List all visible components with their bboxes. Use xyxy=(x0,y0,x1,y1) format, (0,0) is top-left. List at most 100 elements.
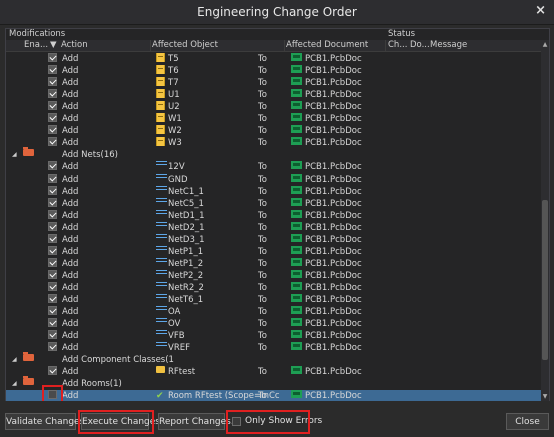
table-row[interactable]: Add NetP1_1 To PCB1.PcbDoc xyxy=(6,245,541,258)
table-row[interactable]: Add T7 To PCB1.PcbDoc xyxy=(6,77,541,89)
scrollbar-thumb[interactable] xyxy=(542,200,548,360)
enable-checkbox[interactable] xyxy=(48,113,57,123)
enable-checkbox[interactable] xyxy=(48,257,57,267)
column-check[interactable]: Ch... xyxy=(388,40,407,50)
table-row[interactable]: Add NetP2_2 To PCB1.PcbDoc xyxy=(6,269,541,282)
table-row[interactable]: Add W1 To PCB1.PcbDoc xyxy=(6,113,541,125)
table-row[interactable]: Add GND To PCB1.PcbDoc xyxy=(6,173,541,186)
enable-checkbox[interactable] xyxy=(48,77,57,87)
component-icon xyxy=(156,53,165,62)
action-cell: Add xyxy=(62,270,79,281)
table-row[interactable]: Add T5 To PCB1.PcbDoc xyxy=(6,53,541,65)
group-row[interactable]: ◢ Add Rooms(1) xyxy=(6,376,541,390)
to-cell: To xyxy=(258,126,267,137)
affected-document-cell: PCB1.PcbDoc xyxy=(305,198,362,209)
action-cell: Add xyxy=(62,222,79,233)
to-cell: To xyxy=(258,78,267,89)
enable-checkbox[interactable] xyxy=(48,330,57,340)
enable-checkbox[interactable] xyxy=(48,342,57,352)
to-cell: To xyxy=(258,234,267,245)
group-row[interactable]: ◢ Add Component Classes(1 xyxy=(6,352,541,366)
close-icon[interactable]: × xyxy=(535,3,546,18)
enable-checkbox[interactable] xyxy=(48,294,57,303)
enable-checkbox[interactable] xyxy=(48,209,57,219)
affected-object-cell: NetC1_1 xyxy=(168,186,204,197)
affected-object-cell: GND xyxy=(168,174,188,185)
column-enable[interactable]: Ena... xyxy=(24,40,48,50)
enable-checkbox[interactable] xyxy=(48,173,57,183)
vertical-scrollbar[interactable]: ▲ ▼ xyxy=(541,40,549,401)
enable-checkbox[interactable] xyxy=(48,197,57,207)
column-affected-object[interactable]: Affected Object xyxy=(152,40,218,50)
table-row[interactable]: Add NetC5_1 To PCB1.PcbDoc xyxy=(6,197,541,210)
table-row[interactable]: Add 12V To PCB1.PcbDoc xyxy=(6,161,541,173)
enable-checkbox[interactable] xyxy=(48,89,57,99)
enable-checkbox[interactable] xyxy=(48,306,57,316)
enable-checkbox[interactable] xyxy=(48,161,57,171)
table-row[interactable]: Add NetT6_1 To PCB1.PcbDoc xyxy=(6,294,541,306)
table-row[interactable]: Add W2 To PCB1.PcbDoc xyxy=(6,125,541,137)
column-done[interactable]: Do... xyxy=(410,40,430,50)
collapse-icon[interactable]: ◢ xyxy=(12,378,17,390)
table-row[interactable]: Add RFtest To PCB1.PcbDoc xyxy=(6,366,541,378)
action-cell: Add xyxy=(62,138,79,149)
affected-document-cell: PCB1.PcbDoc xyxy=(305,78,362,89)
table-row[interactable]: Add NetD1_1 To PCB1.PcbDoc xyxy=(6,209,541,222)
table-row[interactable]: Add OA To PCB1.PcbDoc xyxy=(6,306,541,318)
to-cell: To xyxy=(258,307,267,318)
affected-object-cell: U2 xyxy=(168,102,180,113)
column-message[interactable]: Message xyxy=(430,40,467,50)
enable-checkbox[interactable] xyxy=(48,185,57,195)
affected-document-cell: PCB1.PcbDoc xyxy=(305,282,362,293)
affected-document-cell: PCB1.PcbDoc xyxy=(305,90,362,101)
table-row[interactable]: Add W3 To PCB1.PcbDoc xyxy=(6,137,541,149)
table-row[interactable]: Add NetP1_2 To PCB1.PcbDoc xyxy=(6,257,541,270)
net-icon xyxy=(156,294,167,298)
report-changes-button[interactable]: Report Changes... xyxy=(158,413,239,430)
net-icon xyxy=(156,342,167,347)
enable-checkbox[interactable] xyxy=(48,281,57,291)
column-action[interactable]: Action xyxy=(61,40,88,50)
net-icon xyxy=(156,173,167,178)
pcb-document-icon xyxy=(291,77,302,86)
collapse-icon[interactable]: ◢ xyxy=(12,354,17,366)
affected-document-cell: PCB1.PcbDoc xyxy=(305,54,362,64)
table-row[interactable]: Add NetD3_1 To PCB1.PcbDoc xyxy=(6,233,541,246)
group-row[interactable]: ◢ Add Nets(16) xyxy=(6,147,541,161)
scroll-up-icon[interactable]: ▲ xyxy=(541,41,549,48)
title-bar: Engineering Change Order × xyxy=(0,0,554,25)
enable-checkbox[interactable] xyxy=(48,65,57,75)
enable-checkbox[interactable] xyxy=(48,233,57,243)
collapse-icon[interactable]: ◢ xyxy=(12,149,17,161)
close-button[interactable]: Close xyxy=(506,413,549,430)
pcb-document-icon xyxy=(291,233,302,242)
column-affected-document[interactable]: Affected Document xyxy=(286,40,368,50)
table-row[interactable]: Add T6 To PCB1.PcbDoc xyxy=(6,65,541,77)
enable-checkbox[interactable] xyxy=(48,137,57,147)
scroll-down-icon[interactable]: ▼ xyxy=(541,393,549,400)
affected-object-cell: OA xyxy=(168,307,181,318)
table-row[interactable]: Add VFB To PCB1.PcbDoc xyxy=(6,330,541,342)
to-cell: To xyxy=(258,186,267,197)
table-row[interactable]: Add NetD2_1 To PCB1.PcbDoc xyxy=(6,221,541,234)
affected-object-cell: W3 xyxy=(168,138,182,149)
enable-checkbox[interactable] xyxy=(48,366,57,376)
table-row[interactable]: Add U2 To PCB1.PcbDoc xyxy=(6,101,541,113)
table-row[interactable]: Add VREF To PCB1.PcbDoc xyxy=(6,342,541,354)
table-row[interactable]: Add U1 To PCB1.PcbDoc xyxy=(6,89,541,101)
table-row[interactable]: Add NetR2_2 To PCB1.PcbDoc xyxy=(6,281,541,294)
enable-checkbox[interactable] xyxy=(48,125,57,135)
affected-object-cell: VREF xyxy=(168,343,190,354)
table-row[interactable]: Add NetC1_1 To PCB1.PcbDoc xyxy=(6,185,541,198)
enable-checkbox[interactable] xyxy=(48,101,57,111)
table-row[interactable]: Add OV To PCB1.PcbDoc xyxy=(6,318,541,330)
enable-checkbox[interactable] xyxy=(48,318,57,328)
enable-checkbox[interactable] xyxy=(48,53,57,62)
enable-checkbox[interactable] xyxy=(48,245,57,255)
enable-checkbox[interactable] xyxy=(48,221,57,231)
affected-object-cell: NetT6_1 xyxy=(168,295,204,305)
validate-changes-button[interactable]: Validate Changes xyxy=(5,413,84,430)
to-cell: To xyxy=(258,222,267,233)
enable-checkbox[interactable] xyxy=(48,269,57,279)
affected-object-cell: NetP2_2 xyxy=(168,270,204,281)
